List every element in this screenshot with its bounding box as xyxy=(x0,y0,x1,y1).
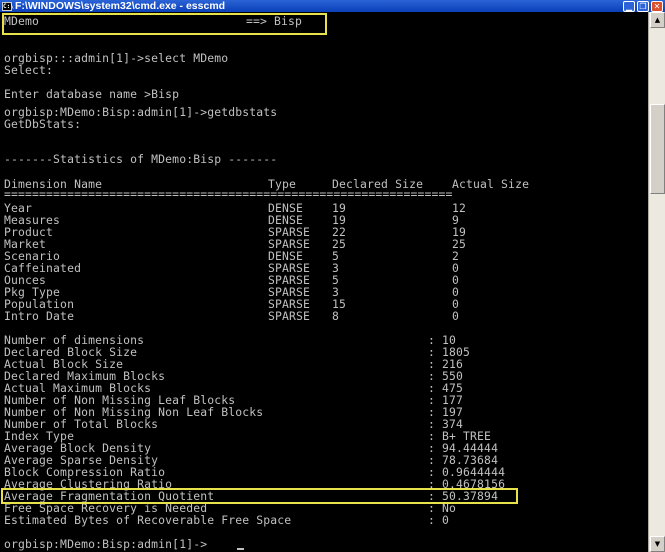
table-separator: ========================================… xyxy=(4,187,453,201)
scroll-up-icon[interactable]: ▲ xyxy=(650,12,665,28)
actual-size: 0 xyxy=(452,309,460,323)
dimension-name: Intro Date xyxy=(4,309,75,323)
session-line: Enter database name >Bisp xyxy=(4,87,180,101)
declared-size: 8 xyxy=(332,309,340,323)
stat-value: : 0 xyxy=(428,513,450,527)
header-highlight-box xyxy=(2,13,327,35)
session-line: GetDbStats: xyxy=(4,117,82,131)
session-line: Select: xyxy=(4,63,54,77)
stat-label: Estimated Bytes of Recoverable Free Spac… xyxy=(4,513,292,527)
minimize-icon[interactable]: ▁ xyxy=(623,0,635,12)
table-row: Intro Date SPARSE 8 0 xyxy=(4,310,459,322)
scroll-down-icon[interactable]: ▼ xyxy=(650,536,665,552)
window-title-bar[interactable]: C:\ F:\WINDOWS\system32\cmd.exe - esscmd… xyxy=(0,0,665,12)
text-cursor xyxy=(237,548,244,550)
stats-heading: -------Statistics of MDemo:Bisp ------- xyxy=(4,152,278,166)
column-header: Actual Size xyxy=(452,177,530,191)
fragmentation-highlight-box xyxy=(1,488,518,504)
dimension-type: SPARSE xyxy=(268,309,311,323)
stat-row: Estimated Bytes of Recoverable Free Spac… xyxy=(4,514,449,526)
console-output[interactable]: MDemo ==> Bisp orgbisp:::admin[1]->selec… xyxy=(0,12,648,552)
window-title: F:\WINDOWS\system32\cmd.exe - esscmd xyxy=(15,0,226,12)
close-icon[interactable]: ✕ xyxy=(651,0,663,12)
cmd-icon[interactable]: C:\ xyxy=(2,1,14,11)
vertical-scrollbar[interactable]: ▲ ▼ xyxy=(648,12,665,552)
scrollbar-thumb[interactable] xyxy=(650,104,665,194)
maximize-icon[interactable]: ❐ xyxy=(637,0,649,12)
command-prompt[interactable]: orgbisp:MDemo:Bisp:admin[1]-> xyxy=(4,538,207,550)
